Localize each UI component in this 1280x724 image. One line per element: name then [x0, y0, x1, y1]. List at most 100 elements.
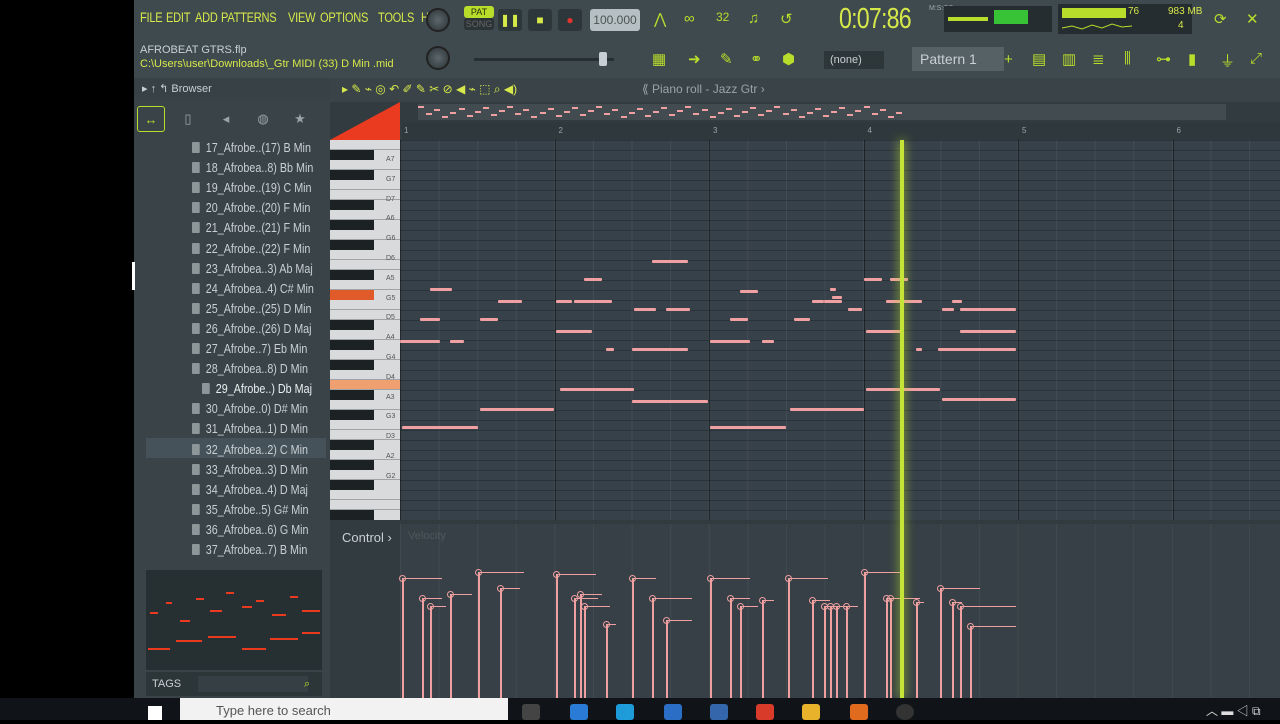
typing-keyboard-icon[interactable]: ♫	[748, 10, 759, 27]
velocity-stalk[interactable]	[970, 626, 972, 698]
midi-note[interactable]	[790, 408, 864, 411]
blend-notes-icon[interactable]: ↺	[780, 10, 793, 28]
velocity-handle[interactable]	[603, 621, 610, 628]
velocity-handle[interactable]	[649, 595, 656, 602]
midi-note[interactable]	[916, 348, 922, 351]
browser-item[interactable]: 21_Afrobe..(21) F Min	[192, 218, 310, 238]
velocity-handle[interactable]	[427, 603, 434, 610]
tempo-display[interactable]: 100.000	[590, 9, 640, 31]
search-icon[interactable]: ⌕	[304, 672, 310, 696]
midi-note[interactable]	[864, 278, 882, 281]
midi-note[interactable]	[430, 288, 452, 291]
velocity-handle[interactable]	[553, 571, 560, 578]
velocity-handle[interactable]	[707, 575, 714, 582]
windows-start-icon[interactable]	[148, 706, 162, 720]
midi-note[interactable]	[914, 300, 922, 303]
touch-controller-icon[interactable]: ⤢	[1250, 50, 1262, 67]
piano-key[interactable]	[330, 480, 374, 490]
menu-view[interactable]: VIEW	[288, 10, 316, 25]
browser-item[interactable]: 36_Afrobea..6) G Min	[192, 520, 309, 540]
piano-key[interactable]	[330, 290, 374, 300]
velocity-handle[interactable]	[887, 595, 894, 602]
clock-app-icon[interactable]	[896, 704, 914, 720]
master-volume-knob[interactable]	[426, 8, 450, 32]
velocity-handle[interactable]	[737, 603, 744, 610]
browser-item[interactable]: 32_Afrobea..2) C Min	[192, 440, 308, 460]
step-sequencer-icon[interactable]: ▥	[1062, 50, 1076, 68]
velocity-stalk[interactable]	[580, 594, 582, 698]
menu-add[interactable]: ADD	[195, 10, 218, 25]
midi-note[interactable]	[824, 300, 842, 303]
piano-key[interactable]	[330, 320, 374, 330]
browser-item[interactable]: 29_Afrobe..) Db Maj	[202, 379, 312, 399]
piano-key[interactable]	[330, 500, 400, 510]
metronome-icon[interactable]: ⋀	[654, 10, 666, 28]
midi-note[interactable]	[584, 278, 602, 281]
browser-item[interactable]: 28_Afrobea..8) D Min	[192, 359, 308, 379]
browser-tree-icon[interactable]: ⊶	[1156, 50, 1171, 68]
velocity-handle[interactable]	[727, 595, 734, 602]
velocity-stalk[interactable]	[632, 578, 634, 698]
all-files-tab[interactable]: ↔	[137, 106, 165, 132]
browser-item[interactable]: 20_Afrobe..(20) F Min	[192, 198, 310, 218]
browser-item[interactable]: 33_Afrobea..3) D Min	[192, 460, 308, 480]
velocity-handle[interactable]	[399, 575, 406, 582]
browser-item[interactable]: 37_Afrobea..7) B Min	[192, 540, 307, 560]
midi-note[interactable]	[730, 318, 748, 321]
midi-note[interactable]	[794, 318, 810, 321]
browser-item[interactable]: 18_Afrobea..8) Bb Min	[192, 158, 313, 178]
file-explorer-icon[interactable]	[802, 704, 820, 720]
browser-item[interactable]: 31_Afrobea..1) D Min	[192, 419, 308, 439]
browser-item[interactable]: 17_Afrobe..(17) B Min	[192, 138, 311, 158]
midi-note[interactable]	[498, 300, 522, 303]
velocity-stalk[interactable]	[478, 572, 480, 698]
velocity-stalk[interactable]	[940, 588, 942, 698]
velocity-handle[interactable]	[957, 603, 964, 610]
piano-key[interactable]	[330, 140, 400, 150]
midi-note[interactable]	[960, 308, 1016, 311]
velocity-handle[interactable]	[861, 569, 868, 576]
velocity-stalk[interactable]	[886, 598, 888, 698]
midi-note[interactable]	[632, 400, 708, 403]
online-tab[interactable]: ◍	[249, 106, 277, 132]
midi-note[interactable]	[634, 308, 656, 311]
store-icon[interactable]	[570, 704, 588, 720]
plugin-icon[interactable]: ⏚	[1220, 50, 1235, 71]
midi-note[interactable]	[942, 308, 954, 311]
pat-mode[interactable]: PAT	[464, 6, 494, 18]
piano-key[interactable]	[330, 460, 374, 470]
piano-key[interactable]	[330, 490, 400, 500]
mail-icon[interactable]	[664, 704, 682, 720]
midi-note[interactable]	[666, 308, 690, 311]
menu-options[interactable]: OPTIONS	[320, 10, 368, 25]
velocity-handle[interactable]	[629, 575, 636, 582]
velocity-handle[interactable]	[809, 597, 816, 604]
midi-note[interactable]	[890, 278, 908, 281]
note-grid[interactable]	[400, 140, 1280, 520]
mixer-icon[interactable]: ⫼	[1124, 50, 1131, 67]
midi-note[interactable]	[420, 318, 440, 321]
piano-key[interactable]	[330, 510, 374, 520]
midi-note[interactable]	[970, 348, 1016, 351]
piano-key[interactable]	[330, 380, 400, 390]
browser-item[interactable]: 26_Afrobe..(26) D Maj	[192, 319, 312, 339]
playlist-icon[interactable]: ▤	[1032, 50, 1046, 68]
record-button[interactable]: ●	[558, 9, 582, 31]
midi-note[interactable]	[480, 408, 554, 411]
piano-key[interactable]	[330, 420, 400, 430]
menu-patterns[interactable]: PATTERNS	[221, 10, 277, 25]
velocity-stalk[interactable]	[606, 624, 608, 698]
velocity-handle[interactable]	[843, 603, 850, 610]
velocity-stalk[interactable]	[740, 606, 742, 698]
velocity-handle[interactable]	[949, 599, 956, 606]
browser-item[interactable]: 23_Afrobea..3) Ab Maj	[192, 259, 313, 279]
word-icon[interactable]	[710, 704, 728, 720]
midi-note[interactable]	[848, 308, 862, 311]
velocity-handle[interactable]	[419, 595, 426, 602]
midi-note[interactable]	[556, 300, 572, 303]
arrow-right-icon[interactable]: ➜	[688, 50, 701, 68]
task-view-icon[interactable]	[522, 704, 540, 720]
tags-input[interactable]	[198, 676, 308, 692]
browser-item[interactable]: 24_Afrobea..4) C# Min	[192, 279, 314, 299]
midi-note[interactable]	[762, 340, 774, 343]
